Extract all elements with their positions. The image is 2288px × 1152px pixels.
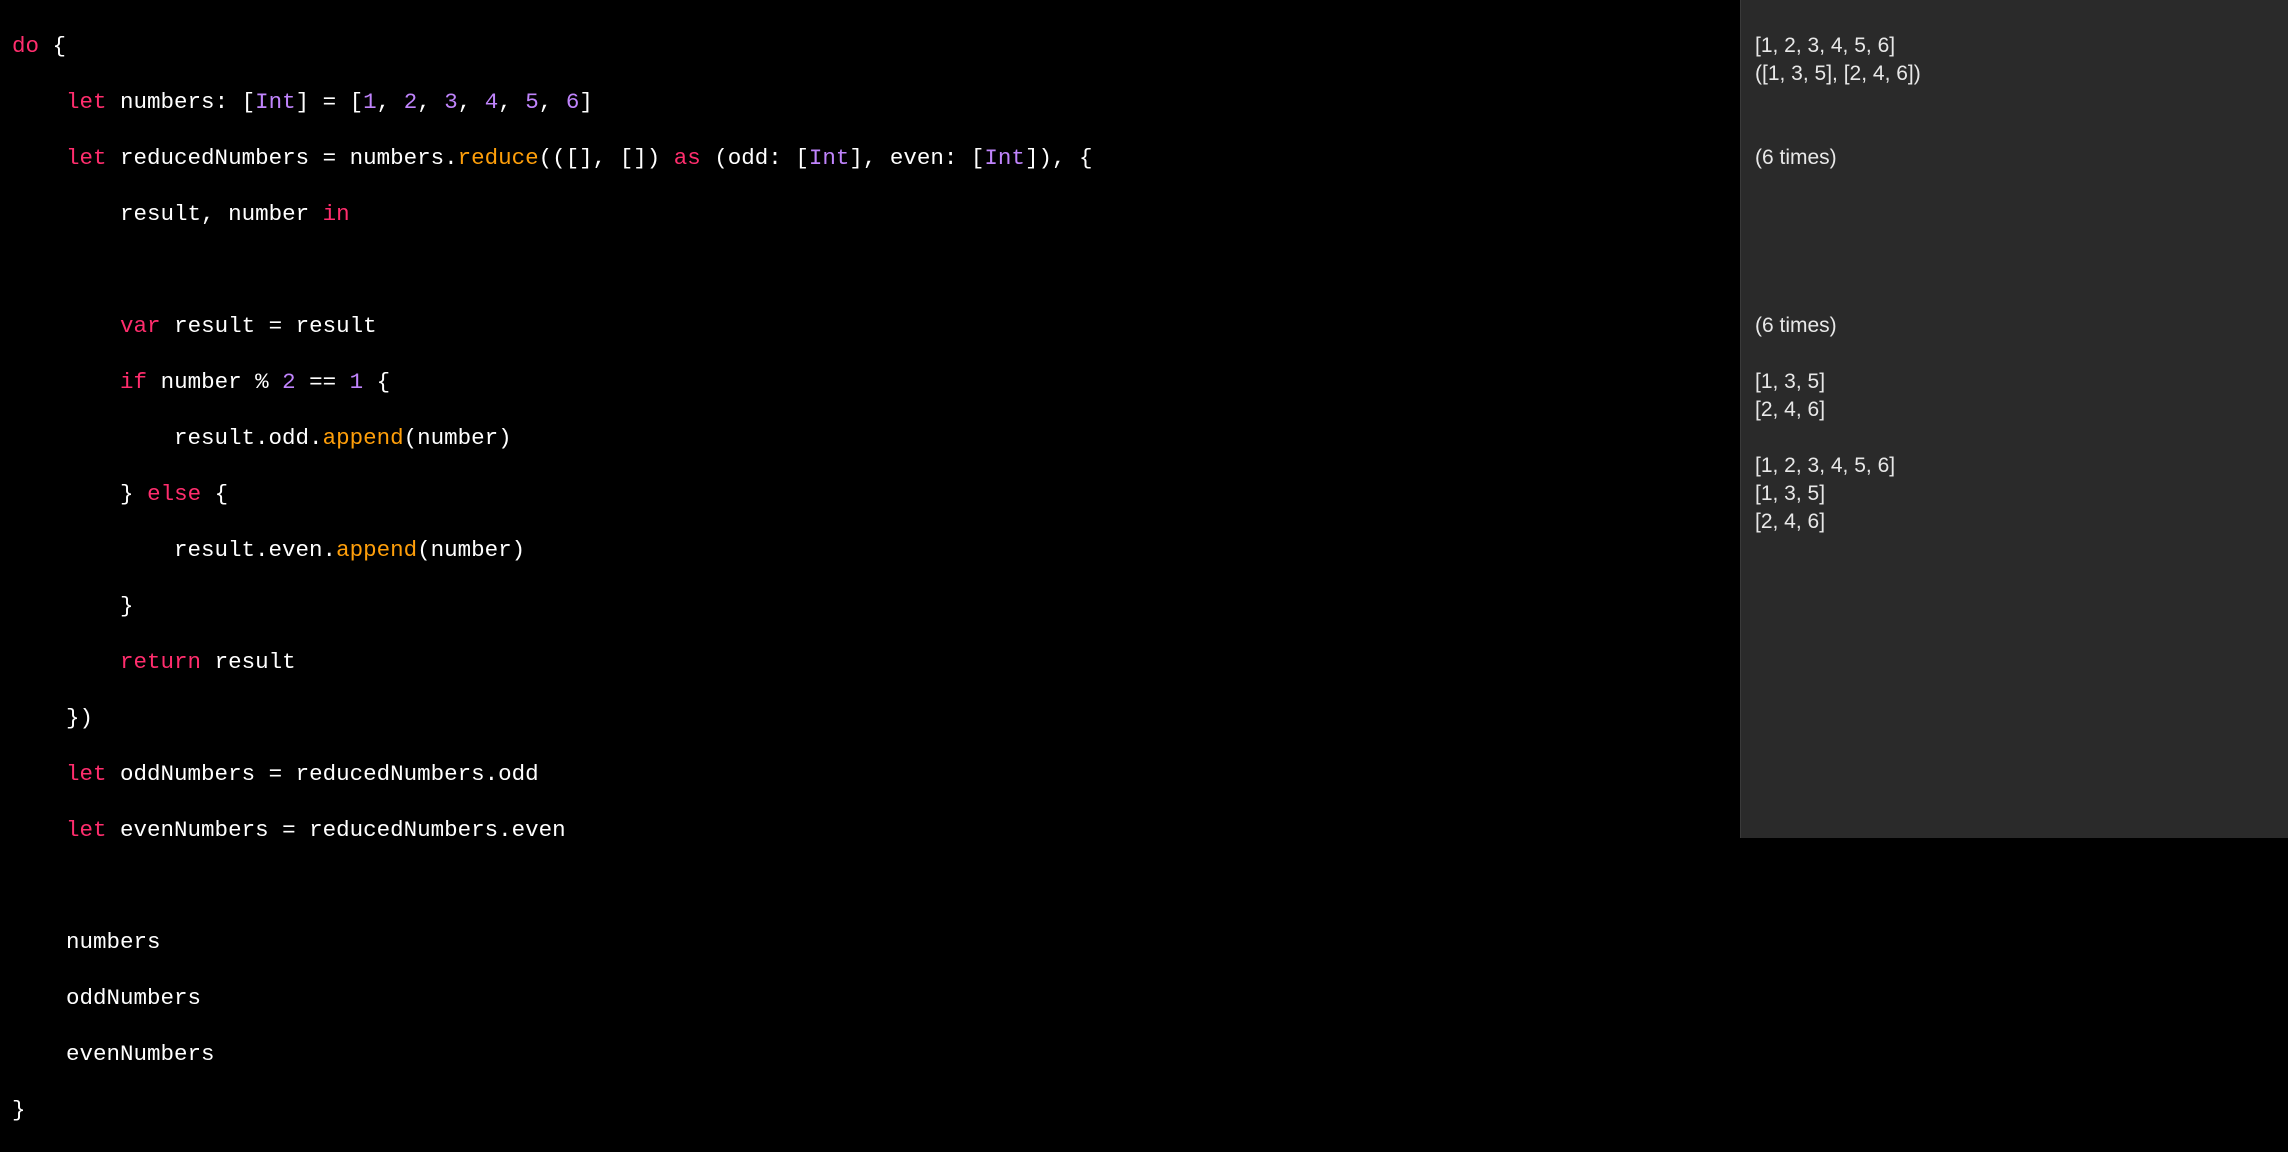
- result-line[interactable]: [2, 4, 6]: [1755, 396, 2288, 424]
- code-line: evenNumbers: [12, 1040, 1740, 1068]
- result-line[interactable]: [1, 2, 3, 4, 5, 6]: [1755, 452, 2288, 480]
- keyword-in: in: [323, 201, 350, 227]
- code-line: numbers: [12, 928, 1740, 956]
- result-line[interactable]: [1755, 4, 2288, 32]
- code-line: }: [12, 1096, 1740, 1124]
- keyword-let: let: [66, 145, 107, 171]
- keyword-do: do: [12, 33, 39, 59]
- result-line[interactable]: [1755, 284, 2288, 312]
- result-line[interactable]: [1755, 116, 2288, 144]
- type-int: Int: [809, 145, 850, 171]
- method-reduce: reduce: [458, 145, 539, 171]
- code-line: if number % 2 == 1 {: [12, 368, 1740, 396]
- result-line[interactable]: (6 times): [1755, 312, 2288, 340]
- code-line: let numbers: [Int] = [1, 2, 3, 4, 5, 6]: [12, 88, 1740, 116]
- result-line[interactable]: [1755, 200, 2288, 228]
- code-line: oddNumbers: [12, 984, 1740, 1012]
- code-line: result.odd.append(number): [12, 424, 1740, 452]
- keyword-var: var: [120, 313, 161, 339]
- keyword-let: let: [66, 817, 107, 843]
- code-editor[interactable]: do { let numbers: [Int] = [1, 2, 3, 4, 5…: [0, 0, 1740, 838]
- keyword-as: as: [674, 145, 701, 171]
- type-int: Int: [255, 89, 296, 115]
- code-line: } else {: [12, 480, 1740, 508]
- results-sidebar: [1, 2, 3, 4, 5, 6] ([1, 3, 5], [2, 4, 6]…: [1740, 0, 2288, 838]
- keyword-else: else: [147, 481, 201, 507]
- result-line[interactable]: [1, 3, 5]: [1755, 480, 2288, 508]
- result-line[interactable]: [1755, 536, 2288, 564]
- result-line[interactable]: (6 times): [1755, 144, 2288, 172]
- keyword-if: if: [120, 369, 147, 395]
- result-line[interactable]: [1755, 256, 2288, 284]
- method-append: append: [336, 537, 417, 563]
- method-append: append: [323, 425, 404, 451]
- result-line[interactable]: [1755, 88, 2288, 116]
- code-line: do {: [12, 32, 1740, 60]
- keyword-let: let: [66, 761, 107, 787]
- result-line[interactable]: [1755, 228, 2288, 256]
- code-line: [12, 256, 1740, 284]
- result-line[interactable]: [1755, 340, 2288, 368]
- code-line: result, number in: [12, 200, 1740, 228]
- code-line: return result: [12, 648, 1740, 676]
- result-line[interactable]: [1, 2, 3, 4, 5, 6]: [1755, 32, 2288, 60]
- code-line: let reducedNumbers = numbers.reduce(([],…: [12, 144, 1740, 172]
- code-line: let oddNumbers = reducedNumbers.odd: [12, 760, 1740, 788]
- result-line[interactable]: [1, 3, 5]: [1755, 368, 2288, 396]
- type-int: Int: [984, 145, 1025, 171]
- code-line: [12, 872, 1740, 900]
- result-line[interactable]: [1755, 424, 2288, 452]
- keyword-let: let: [66, 89, 107, 115]
- result-line[interactable]: [1755, 172, 2288, 200]
- result-line[interactable]: ([1, 3, 5], [2, 4, 6]): [1755, 60, 2288, 88]
- code-line: result.even.append(number): [12, 536, 1740, 564]
- result-line[interactable]: [2, 4, 6]: [1755, 508, 2288, 536]
- code-line: var result = result: [12, 312, 1740, 340]
- code-line: }): [12, 704, 1740, 732]
- code-line: }: [12, 592, 1740, 620]
- code-line: let evenNumbers = reducedNumbers.even: [12, 816, 1740, 844]
- keyword-return: return: [120, 649, 201, 675]
